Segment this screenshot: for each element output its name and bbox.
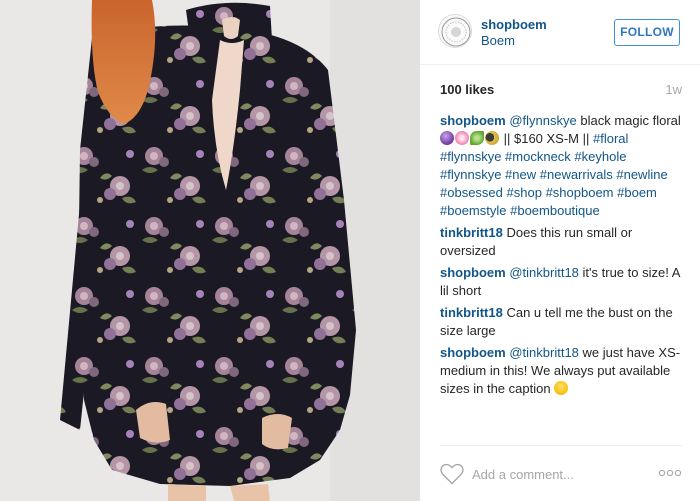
comment-item: shopboem @tinkbritt18 we just have XS-me… — [440, 344, 682, 398]
comment-username[interactable]: shopboem — [440, 345, 506, 360]
comment-text: black magic floral — [576, 113, 681, 128]
comment-footer — [440, 445, 682, 501]
dress-photo-illustration — [0, 0, 420, 501]
hashtag[interactable]: #boem — [617, 185, 657, 200]
moon-icon — [485, 131, 499, 145]
comment-username[interactable]: shopboem — [440, 113, 506, 128]
post-header: shopboem Boem FOLLOW — [420, 0, 700, 65]
comment-item: tinkbritt18 Does this run small or overs… — [440, 224, 682, 260]
post-timestamp[interactable]: 1w — [665, 82, 682, 97]
hashtag[interactable]: #new — [505, 167, 536, 182]
hashtag[interactable]: #floral — [593, 131, 628, 146]
more-options-icon[interactable] — [658, 468, 682, 478]
comment-username[interactable]: tinkbritt18 — [440, 225, 503, 240]
hashtag[interactable]: #newline — [616, 167, 667, 182]
post-location[interactable]: Boem — [481, 33, 515, 48]
comment-username[interactable]: tinkbritt18 — [440, 305, 503, 320]
comment-text: || $160 XS-M || — [500, 131, 593, 146]
heart-icon[interactable] — [440, 463, 464, 485]
hashtag[interactable]: #flynnskye — [440, 149, 501, 164]
likes-row: 100 likes 1w — [440, 82, 682, 98]
post-panel: shopboem Boem FOLLOW 100 likes 1w shopbo… — [420, 0, 700, 501]
hashtag[interactable]: #boemboutique — [510, 203, 600, 218]
hashtag[interactable]: #newarrivals — [540, 167, 613, 182]
cherry-blossom-icon — [455, 131, 469, 145]
comments-list: shopboem @flynnskye black magic floral |… — [440, 112, 682, 402]
comment-item: shopboem @tinkbritt18 it's true to size!… — [440, 264, 682, 300]
comment-item: tinkbritt18 Can u tell me the bust on th… — [440, 304, 682, 340]
comment-username[interactable]: shopboem — [440, 265, 506, 280]
post-photo[interactable] — [0, 0, 420, 501]
crystal-ball-icon — [440, 131, 454, 145]
smile-icon — [554, 381, 569, 395]
caption-comment: shopboem @flynnskye black magic floral |… — [440, 112, 682, 220]
comment-mention[interactable]: @flynnskye — [509, 113, 576, 128]
hashtag[interactable]: #shop — [507, 185, 542, 200]
hashtag[interactable]: #boemstyle — [440, 203, 506, 218]
likes-count[interactable]: 100 likes — [440, 82, 494, 97]
follow-button[interactable]: FOLLOW — [614, 19, 680, 46]
hashtag[interactable]: #obsessed — [440, 185, 503, 200]
hashtag[interactable]: #shopboem — [546, 185, 614, 200]
herb-icon — [470, 131, 484, 145]
hashtag[interactable]: #keyhole — [574, 149, 626, 164]
comment-mention[interactable]: @tinkbritt18 — [509, 265, 579, 280]
comment-mention[interactable]: @tinkbritt18 — [509, 345, 579, 360]
hashtag[interactable]: #flynnskye — [440, 167, 501, 182]
post-username[interactable]: shopboem — [481, 17, 547, 32]
hashtag[interactable]: #mockneck — [505, 149, 571, 164]
comment-input[interactable] — [472, 464, 632, 484]
boem-logo-seal[interactable] — [438, 14, 472, 48]
